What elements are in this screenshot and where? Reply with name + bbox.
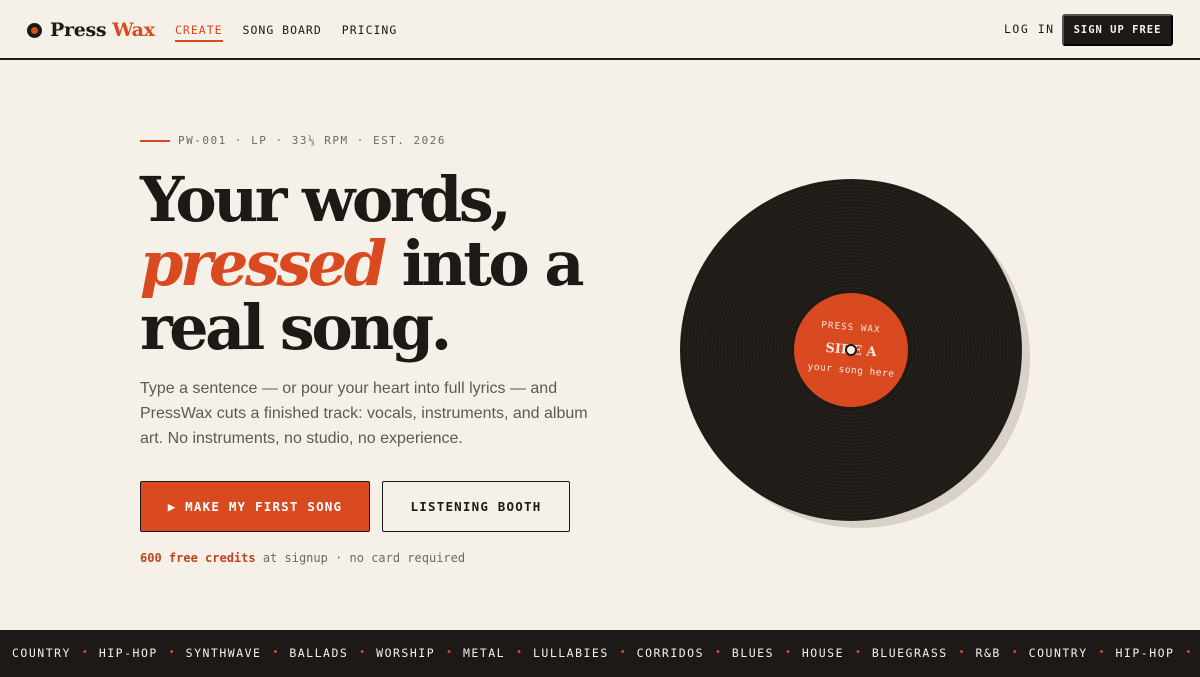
ticker-genre: METAL: [462, 646, 506, 660]
logo-text: Press Wax: [50, 19, 155, 41]
headline-line-2-rest: into a: [383, 227, 585, 300]
record-label-brand: PRESS WAX: [820, 320, 882, 336]
ticker-genre: HIP-HOP: [98, 646, 158, 660]
ticker-genre: R&B: [975, 646, 1001, 660]
ticker-separator: •: [716, 646, 720, 658]
ticker-track: COUNTRY • HIP-HOP • SYNTHWAVE • BALLADS • WORSHI…: [12, 646, 1200, 660]
ticker-separator: •: [169, 646, 174, 658]
ticker-genre: BLUEGRASS: [871, 646, 948, 660]
ticker-separator: •: [447, 646, 451, 658]
ticker-separator: •: [620, 646, 625, 658]
ticker-separator: •: [1012, 646, 1017, 658]
eyebrow: PW-001 · LP · 33⅓ RPM · EST. 2026: [140, 134, 446, 147]
ticker-genre: COUNTRY: [1028, 646, 1088, 660]
ticker-separator: •: [82, 646, 87, 658]
ticker-genre: WORSHIP: [376, 646, 436, 660]
ticker-separator: •: [1099, 646, 1104, 658]
listening-booth-button[interactable]: LISTENING BOOTH: [382, 481, 570, 532]
ticker-separator: •: [786, 646, 790, 658]
ticker-genre: CORRIDOS: [636, 646, 705, 660]
record-logo-icon: [27, 22, 42, 38]
top-nav: Press Wax CREATE SONG BOARD PRICING LOG I…: [0, 0, 1200, 60]
hero-description: Type a sentence — or pour your heart int…: [140, 380, 588, 447]
record-label-caption: your song here: [807, 361, 895, 380]
ticker-separator: •: [517, 646, 521, 658]
eyebrow-rule: [140, 139, 170, 142]
ticker-genre: SYNTHWAVE: [185, 646, 262, 660]
make-first-song-button[interactable]: ▶ MAKE MY FIRST SONG: [140, 481, 370, 532]
headline-line-3: real song.: [140, 291, 452, 364]
logo[interactable]: Press Wax: [27, 18, 155, 42]
ticker-genre: LULLABIES: [532, 646, 609, 660]
nav-song-board[interactable]: SONG BOARD: [243, 23, 322, 42]
headline-emphasis: pressed: [140, 227, 387, 300]
ticker-separator: •: [959, 646, 964, 658]
nav-pricing[interactable]: PRICING: [342, 23, 397, 42]
ticker-genre: HOUSE: [801, 646, 844, 660]
credits-rest: at signup · no card required: [255, 551, 466, 565]
login-link[interactable]: LOG IN: [1004, 22, 1055, 36]
ticker-separator: •: [360, 646, 365, 658]
ticker-separator: •: [1186, 646, 1191, 658]
signup-button[interactable]: SIGN UP FREE: [1062, 14, 1173, 46]
credits-amount: 600 free credits: [140, 551, 256, 565]
genre-ticker: COUNTRY • HIP-HOP • SYNTHWAVE • BALLADS • WORSHI…: [0, 630, 1200, 677]
ticker-genre: BLUES: [731, 646, 775, 660]
nav-create[interactable]: CREATE: [175, 23, 223, 42]
ticker-separator: •: [856, 646, 860, 658]
nav-links: CREATE SONG BOARD PRICING: [175, 23, 397, 42]
ticker-genre: HIP-HOP: [1115, 646, 1175, 660]
eyebrow-text: PW-001 · LP · 33⅓ RPM · EST. 2026: [178, 134, 447, 147]
logo-name: Press: [50, 19, 107, 41]
ticker-genre: COUNTRY: [12, 646, 71, 660]
ticker-genre: BALLADS: [289, 646, 349, 660]
hero-headline: Your words, pressed into a real song.: [140, 163, 585, 364]
headline-line-2: pressed into a: [140, 232, 585, 296]
logo-accent: Wax: [112, 19, 155, 41]
ticker-separator: •: [273, 646, 278, 658]
headline-line-1: Your words,: [140, 163, 512, 236]
credits-note: 600 free credits at signup · no card req…: [140, 551, 465, 565]
spindle-hole: [845, 344, 857, 356]
